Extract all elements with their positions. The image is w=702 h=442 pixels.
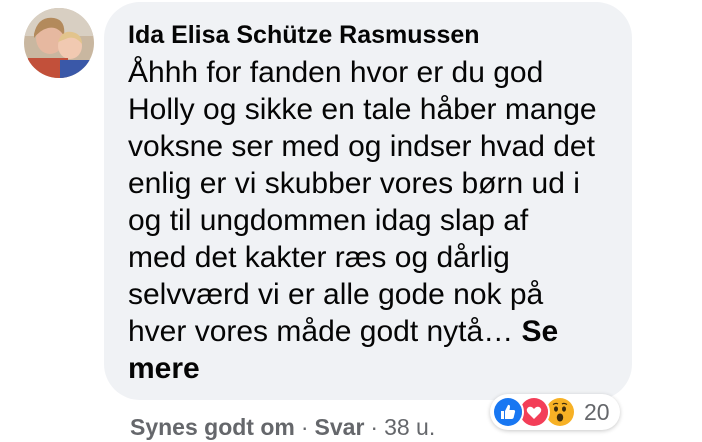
comment-text-line: Åhhh for fanden hvor er du god [128, 56, 544, 89]
comment-text-line: selvværd vi er alle gode nok på [128, 278, 544, 311]
profile-photo [24, 8, 94, 78]
comment-text-line: Holly og sikke en tale håber mange [128, 93, 597, 126]
comment-text-line: og til ungdommen idag slap af [128, 204, 529, 237]
comment-text: Åhhh for fanden hvor er du god Holly og … [128, 54, 598, 387]
avatar[interactable] [24, 8, 94, 78]
comment-text-line-last: hver vores måde godt nytå… Se [128, 313, 598, 350]
comment-text-fragment: hver vores måde godt nytå… [128, 315, 514, 348]
comment-text-line: enlig er vi skubber vores børn ud i [128, 167, 580, 200]
comment-author[interactable]: Ida Elisa Schütze Rasmussen [128, 20, 610, 50]
comment-text-line: med det kakter ræs og dårlig [128, 241, 510, 274]
comment-text-line: voksne ser med og indser hvad det [128, 130, 595, 163]
comment: Ida Elisa Schütze Rasmussen Åhhh for fan… [0, 0, 702, 442]
comment-actions: Synes godt om · Svar · 38 u. [130, 413, 435, 441]
separator: · [370, 414, 379, 440]
like-button[interactable]: Synes godt om [130, 414, 295, 440]
reply-button[interactable]: Svar [315, 414, 365, 440]
see-more-link-continued[interactable]: mere [128, 350, 598, 387]
comment-bubble: Ida Elisa Schütze Rasmussen Åhhh for fan… [104, 2, 632, 400]
reactions-summary[interactable]: 20 [490, 394, 620, 430]
see-more-link[interactable]: Se [522, 315, 559, 348]
reaction-count: 20 [584, 398, 610, 425]
like-icon [492, 396, 524, 428]
comment-timestamp[interactable]: 38 u. [384, 414, 435, 440]
separator: · [300, 414, 309, 440]
